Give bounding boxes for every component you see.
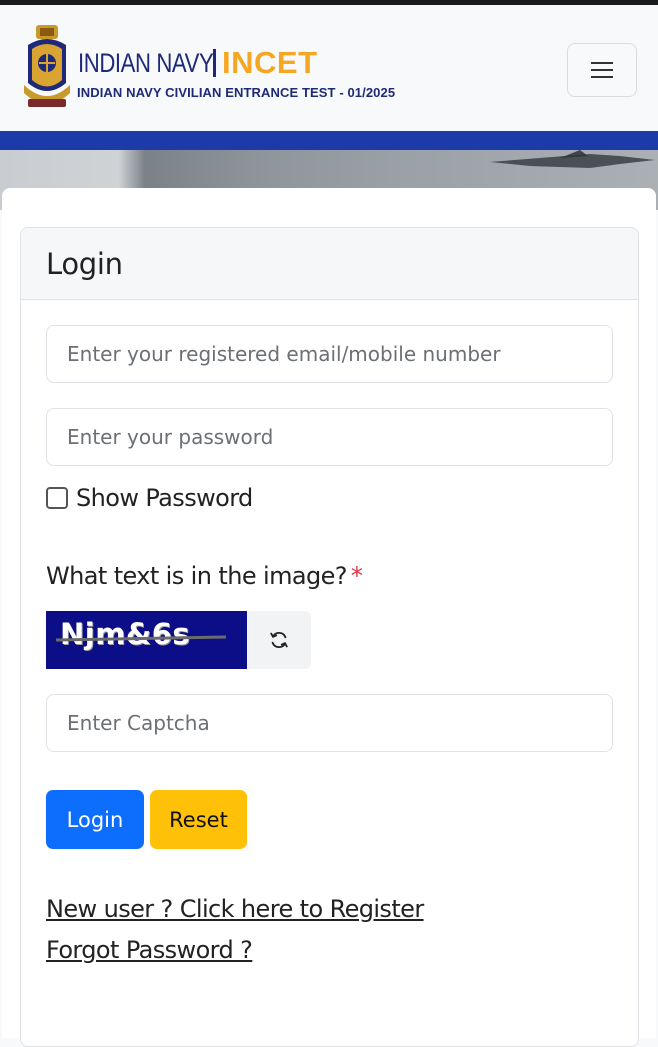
menu-toggle-button[interactable] (567, 43, 637, 97)
brand-separator (213, 49, 217, 77)
brand-secondary: INCET (222, 45, 318, 80)
login-card: Login Show Password What text is in the … (20, 227, 639, 1047)
show-password-label: Show Password (76, 484, 253, 512)
password-input[interactable] (46, 408, 613, 466)
brand-title: INDIAN NAVY INCET (78, 43, 318, 83)
refresh-icon (270, 631, 288, 649)
aircraft-silhouette-icon (490, 150, 655, 168)
captcha-text: Njm&6s (60, 617, 191, 651)
show-password-checkbox[interactable] (46, 487, 68, 509)
login-card-header: Login (21, 228, 638, 300)
captcha-question: What text is in the image? * (46, 562, 363, 590)
brand-subtitle: INDIAN NAVY CIVILIAN ENTRANCE TEST - 01/… (77, 85, 396, 100)
login-title: Login (46, 246, 123, 281)
hamburger-menu-icon (591, 62, 613, 78)
navbar: INDIAN NAVY INCET INDIAN NAVY CIVILIAN E… (0, 5, 658, 131)
indian-navy-emblem-icon (24, 25, 70, 107)
captcha-refresh-button[interactable] (247, 611, 311, 669)
reset-button[interactable]: Reset (150, 790, 247, 849)
register-link[interactable]: New user ? Click here to Register (46, 895, 424, 923)
header-blue-strip (0, 131, 658, 150)
brand-primary: INDIAN NAVY (78, 47, 214, 78)
forgot-password-link[interactable]: Forgot Password ? (46, 936, 253, 964)
captcha-input[interactable] (46, 694, 613, 752)
required-marker: * (350, 562, 363, 590)
email-mobile-input[interactable] (46, 325, 613, 383)
captcha-image: Njm&6s (46, 611, 247, 669)
captcha-question-text: What text is in the image? (46, 562, 348, 590)
show-password-toggle[interactable]: Show Password (46, 484, 253, 512)
login-button[interactable]: Login (46, 790, 144, 849)
